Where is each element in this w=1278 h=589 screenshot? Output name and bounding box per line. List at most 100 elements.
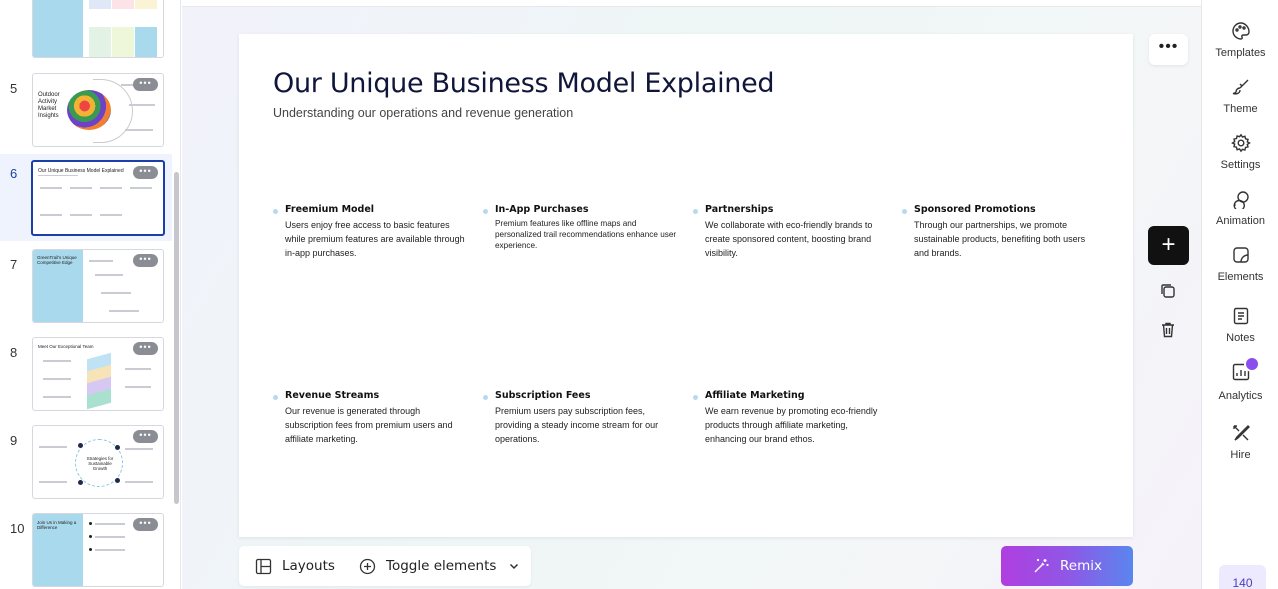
slide-number: 8 [10, 345, 18, 360]
item-text: Premium users pay subscription fees, pro… [495, 406, 659, 444]
content-item[interactable]: Sponsored Promotions Through our partner… [902, 204, 1099, 260]
plus-circle-icon [359, 558, 376, 574]
item-title: Subscription Fees [495, 390, 591, 401]
elements-label: Elements [1217, 271, 1264, 283]
slide-thumbnail-row[interactable]: 10 Join Us in Making a Difference ••• [0, 513, 172, 589]
bullet-dot [483, 395, 488, 400]
settings-label: Settings [1220, 159, 1261, 171]
bullet-dot [902, 209, 907, 214]
layout-icon [255, 558, 272, 574]
animation-tool[interactable]: Animation [1202, 189, 1278, 227]
palette-icon [1231, 22, 1250, 40]
tools-icon [1232, 425, 1250, 441]
item-text: Premium features like offline maps and p… [495, 219, 677, 250]
trash-icon [1162, 322, 1174, 338]
toggle-elements-label: Toggle elements [386, 558, 497, 574]
hire-tool[interactable]: Hire [1202, 423, 1278, 461]
premium-badge-icon [1244, 356, 1260, 372]
item-text: Through our partnerships, we promote sus… [914, 220, 1086, 258]
notes-tool[interactable]: Notes [1202, 306, 1278, 344]
content-item[interactable]: Partnerships We collaborate with eco-fri… [693, 204, 890, 260]
layouts-button[interactable]: Layouts [255, 546, 335, 586]
slide-thumbnail-row[interactable]: 8 Meet Our Exceptional Team ••• [0, 337, 172, 423]
slide-subtitle[interactable]: Understanding our operations and revenue… [273, 106, 573, 120]
theme-tool[interactable]: Theme [1202, 77, 1278, 115]
settings-tool[interactable]: Settings [1202, 133, 1278, 171]
brush-icon [1232, 79, 1248, 95]
delete-slide-button[interactable] [1158, 320, 1178, 340]
item-title: In-App Purchases [495, 204, 589, 215]
slide-title[interactable]: Our Unique Business Model Explained [273, 68, 775, 99]
slide-thumbnail-row[interactable]: 5 Outdoor Activity Market Insights ••• [0, 73, 172, 159]
presentation-editor: 5 Outdoor Activity Market Insights ••• 6… [0, 0, 1278, 589]
slide-number: 9 [10, 433, 18, 448]
magic-wand-icon [1034, 559, 1049, 573]
elements-tool[interactable]: Elements [1202, 245, 1278, 283]
item-text: Our revenue is generated through subscri… [285, 406, 453, 444]
content-item[interactable]: Affiliate Marketing We earn revenue by p… [693, 390, 890, 446]
slide-thumbnail[interactable]: Meet Our Exceptional Team ••• [32, 337, 164, 411]
slide-thumbnail-title: Strategies for Sustainable Growth [86, 456, 114, 471]
item-text: We collaborate with eco-friendly brands … [705, 220, 873, 258]
slide-thumbnail-row[interactable]: 9 Strategies for Sustainable Growth ••• [0, 425, 172, 511]
hire-label: Hire [1230, 449, 1251, 461]
theme-label: Theme [1223, 103, 1258, 115]
slide-number: 7 [10, 257, 18, 272]
animation-icon [1233, 191, 1249, 209]
slide-more-button[interactable]: ••• [133, 518, 158, 531]
item-title: Partnerships [705, 204, 774, 215]
notes-label: Notes [1226, 332, 1255, 344]
sidebar-scrollbar[interactable] [174, 172, 179, 504]
bullet-dot [693, 395, 698, 400]
animation-label: Animation [1216, 215, 1265, 227]
templates-tool[interactable]: Templates [1202, 21, 1278, 59]
content-item[interactable]: In-App Purchases Premium features like o… [483, 204, 680, 251]
add-slide-button[interactable]: + [1148, 226, 1189, 265]
right-toolbar: Templates Theme Settings Animation Eleme… [1201, 0, 1278, 589]
bullet-dot [273, 209, 278, 214]
slide-thumbnail[interactable] [32, 0, 164, 58]
slide-thumbnail[interactable]: Join Us in Making a Difference ••• [32, 513, 164, 587]
slide-thumbnail[interactable]: GreenTrail's Unique Competitive Edge ••• [32, 249, 164, 323]
slide-more-button[interactable]: ••• [133, 78, 158, 91]
slide-more-button[interactable]: ••• [133, 342, 158, 355]
credits-counter[interactable]: 140 [1219, 565, 1266, 589]
slide-canvas: Our Unique Business Model Explained Unde… [182, 6, 1201, 589]
item-text: We earn revenue by promoting eco-friendl… [705, 406, 878, 444]
slide-thumbnail-row[interactable]: 7 GreenTrail's Unique Competitive Edge •… [0, 249, 172, 335]
templates-label: Templates [1215, 47, 1266, 59]
item-text: Users enjoy free access to basic feature… [285, 220, 465, 258]
slides-sidebar: 5 Outdoor Activity Market Insights ••• 6… [0, 0, 181, 589]
slide-more-button[interactable]: ••• [133, 254, 158, 267]
bullet-dot [483, 209, 488, 214]
slide-thumbnail-title: Join Us in Making a Difference [37, 520, 77, 530]
slide-thumbnail[interactable]: Outdoor Activity Market Insights ••• [32, 73, 164, 147]
notes-icon [1233, 307, 1248, 325]
analytics-label: Analytics [1218, 390, 1263, 402]
current-slide[interactable]: Our Unique Business Model Explained Unde… [239, 34, 1133, 537]
item-title: Freemium Model [285, 204, 375, 215]
content-item[interactable]: Subscription Fees Premium users pay subs… [483, 390, 680, 446]
duplicate-slide-button[interactable] [1158, 281, 1178, 301]
item-title: Sponsored Promotions [914, 204, 1036, 215]
item-title: Affiliate Marketing [705, 390, 805, 401]
bullet-dot [273, 395, 278, 400]
content-item[interactable]: Revenue Streams Our revenue is generated… [273, 390, 470, 446]
bullet-dot [693, 209, 698, 214]
slide-thumbnail-row[interactable] [0, 0, 172, 70]
toggle-elements-button[interactable]: Toggle elements [359, 546, 520, 586]
remix-button[interactable]: Remix [1001, 546, 1133, 586]
bottom-toolbar: Layouts Toggle elements [239, 546, 531, 586]
slide-more-button[interactable]: ••• [133, 430, 158, 443]
slide-number: 5 [10, 81, 18, 96]
slide-options-button[interactable]: ••• [1149, 34, 1188, 65]
slide-thumbnail[interactable]: Our Unique Business Model Explained ••• [31, 160, 165, 236]
slide-thumbnail-title: Outdoor Activity Market Insights [38, 92, 60, 119]
slide-thumbnail[interactable]: Strategies for Sustainable Growth ••• [32, 425, 164, 499]
analytics-tool[interactable]: Analytics [1202, 356, 1278, 402]
slide-thumbnail-title: GreenTrail's Unique Competitive Edge [37, 255, 77, 265]
slide-thumbnail-row-active[interactable]: 6 Our Unique Business Model Explained ••… [0, 154, 172, 241]
slide-thumbnail-title: Our Unique Business Model Explained [38, 168, 124, 174]
slide-more-button[interactable]: ••• [133, 166, 158, 179]
content-item[interactable]: Freemium Model Users enjoy free access t… [273, 204, 470, 260]
